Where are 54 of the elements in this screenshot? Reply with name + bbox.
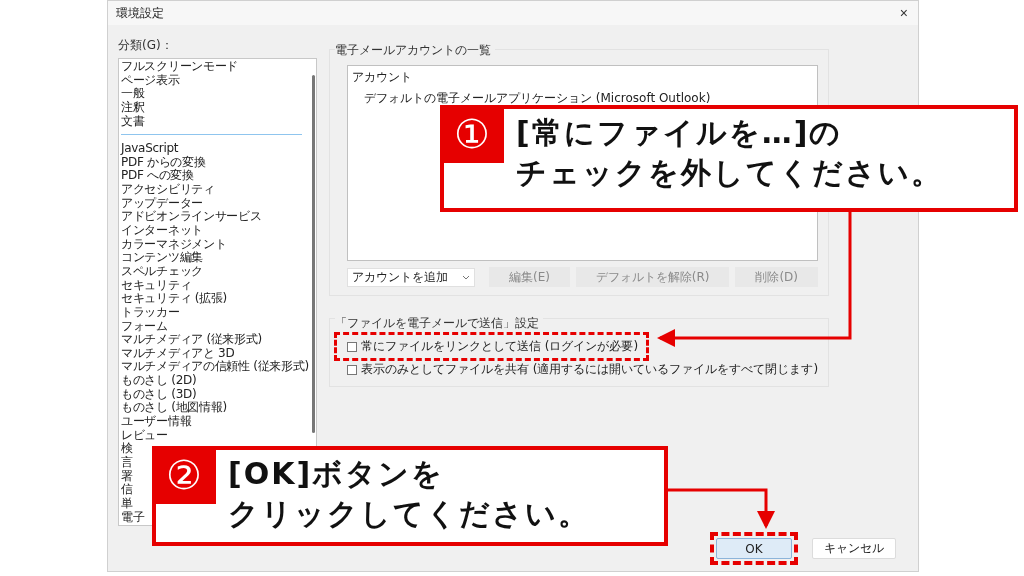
instruction-text: チェックを外してください。 [516, 154, 943, 192]
category-item[interactable]: ページ表示 [121, 73, 180, 88]
category-item[interactable]: 単 [121, 496, 133, 511]
category-item[interactable]: 署 [121, 469, 133, 484]
add-account-dropdown[interactable]: アカウントを追加 [347, 267, 475, 287]
category-item[interactable]: ユーザー情報 [121, 415, 192, 429]
category-item[interactable]: セキュリティ [121, 278, 192, 293]
cancel-button[interactable]: キャンセル [812, 538, 896, 559]
category-item[interactable]: ものさし (地図情報) [121, 401, 227, 415]
scrollbar-thumb[interactable] [312, 75, 315, 433]
category-item[interactable]: ものさし (3D) [121, 387, 197, 402]
category-item[interactable]: 言 [121, 455, 133, 470]
window-title: 環境設定 [116, 4, 164, 22]
category-item[interactable]: レビュー [121, 428, 168, 443]
close-button[interactable]: × [897, 6, 910, 20]
checkbox[interactable] [347, 341, 357, 352]
instruction-text: クリックしてください。 [228, 495, 590, 533]
instruction-text: [OK]ボタンを [228, 455, 445, 493]
category-item[interactable]: ものさし (2D) [121, 374, 197, 388]
chevron-down-icon [462, 274, 470, 280]
group-title: 「ファイルを電子メールで送信」設定 [335, 315, 543, 332]
checkbox[interactable] [347, 364, 357, 375]
category-item[interactable]: フォーム [121, 319, 168, 334]
checkbox-label: 表示のみとしてファイルを共有 (適用するには開いているファイルをすべて閉じます) [361, 361, 819, 378]
group-title: 電子メールアカウントの一覧 [335, 42, 495, 59]
category-item[interactable]: 一般 [121, 87, 145, 101]
category-item[interactable]: 注釈 [121, 100, 145, 115]
category-item[interactable]: マルチメディアと 3D [121, 346, 235, 361]
category-item[interactable]: スペルチェック [121, 264, 203, 279]
category-item[interactable]: アップデーター [121, 196, 203, 211]
category-item[interactable]: JavaScript [121, 142, 179, 156]
instruction-text: [常にファイルを…]の [516, 114, 843, 152]
category-item[interactable]: 信 [121, 483, 133, 497]
category-item[interactable]: マルチメディアの信頼性 (従来形式) [121, 360, 309, 375]
category-item[interactable]: セキュリティ (拡張) [121, 292, 227, 306]
category-item[interactable]: 検 [121, 442, 133, 456]
category-label: 分類(G)： [118, 37, 173, 54]
checkbox-label: 常にファイルをリンクとして送信 (ログインが必要) [361, 338, 639, 355]
category-item[interactable]: 文書 [121, 114, 145, 129]
category-item[interactable]: カラーマネジメント [121, 237, 227, 252]
account-item[interactable]: デフォルトの電子メールアプリケーション (Microsoft Outlook) [364, 90, 711, 107]
category-item[interactable]: PDF への変換 [121, 169, 194, 184]
ok-button[interactable]: OK [716, 538, 792, 559]
category-item[interactable]: マルチメディア (従来形式) [121, 333, 262, 347]
category-item[interactable]: コンテンツ編集 [121, 251, 203, 265]
category-item[interactable]: PDF からの変換 [121, 155, 206, 170]
category-item[interactable]: インターネット [121, 224, 203, 238]
category-item[interactable]: 電子 [121, 510, 145, 525]
account-heading: アカウント [352, 69, 412, 86]
category-item[interactable]: トラッカー [121, 305, 180, 320]
category-item[interactable]: フルスクリーンモード [121, 60, 238, 74]
dropdown-value: アカウントを追加 [352, 268, 448, 286]
category-item[interactable]: アクセシビリティ [121, 183, 215, 197]
category-item[interactable]: アドビオンラインサービス [121, 210, 262, 225]
